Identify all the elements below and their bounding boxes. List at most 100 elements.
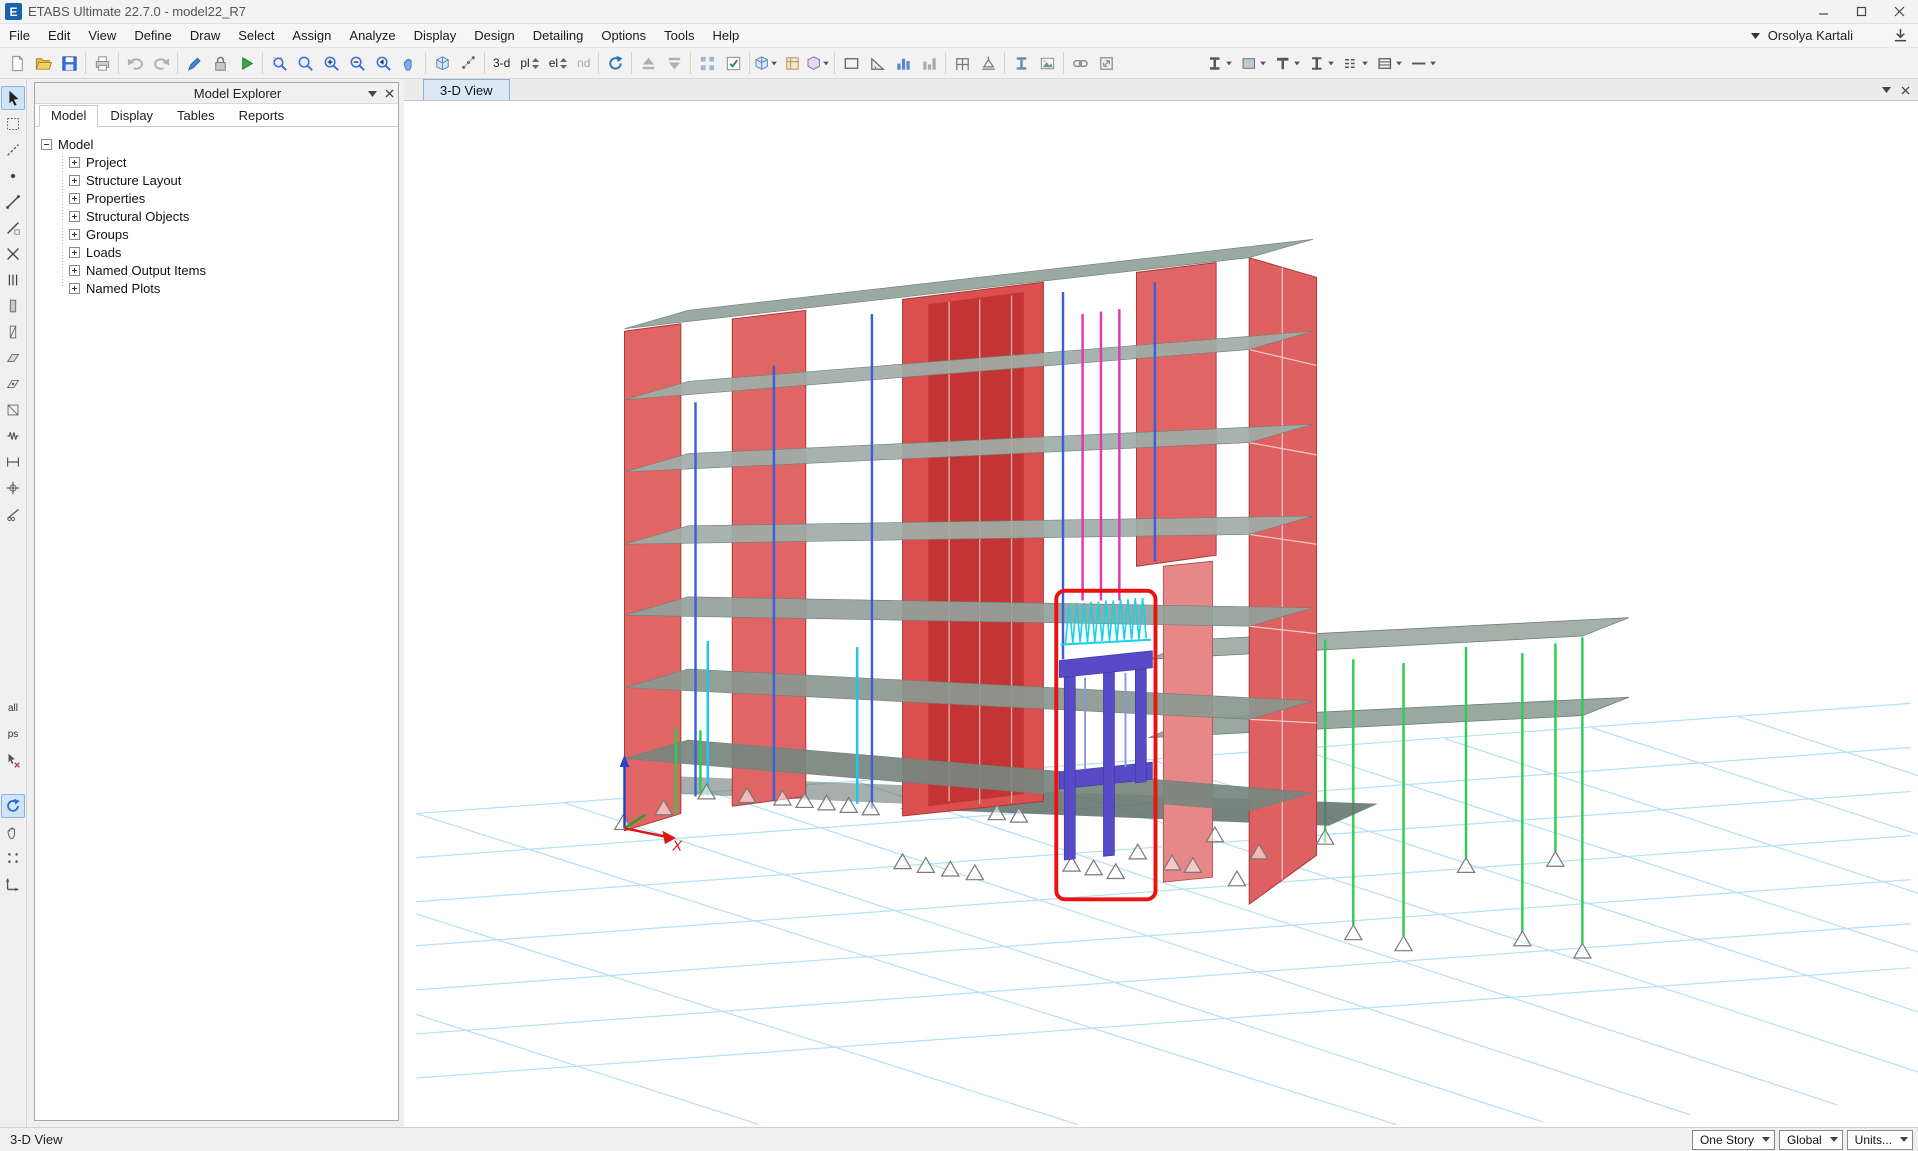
measure-angle-icon[interactable] — [864, 50, 890, 76]
zoom-in-icon[interactable] — [318, 50, 344, 76]
menu-item-tools[interactable]: Tools — [655, 24, 703, 48]
perspective-view-icon[interactable] — [429, 50, 455, 76]
select-line-icon[interactable] — [1, 138, 25, 162]
tree-node-properties[interactable]: Properties — [49, 189, 392, 207]
tree-expand-icon[interactable] — [69, 157, 80, 168]
rotate-3d-icon[interactable] — [1, 794, 25, 818]
menu-item-define[interactable]: Define — [125, 24, 181, 48]
move-up-list-icon[interactable] — [635, 50, 661, 76]
draw-null-area-icon[interactable] — [1, 398, 25, 422]
pan-icon[interactable] — [396, 50, 422, 76]
display-check-icon[interactable] — [720, 50, 746, 76]
rotate-view-icon[interactable] — [602, 50, 628, 76]
undo-icon[interactable] — [122, 50, 148, 76]
save-model-icon[interactable] — [56, 50, 82, 76]
explorer-close-icon[interactable] — [385, 89, 394, 98]
image-capture-icon[interactable] — [1034, 50, 1060, 76]
extrude-frame-icon[interactable] — [1203, 50, 1237, 76]
zoom-previous-icon[interactable] — [370, 50, 396, 76]
clear-selection-icon[interactable] — [1, 748, 25, 772]
lock-model-icon[interactable] — [207, 50, 233, 76]
frame-dashes-icon[interactable] — [1339, 50, 1373, 76]
shear-diagram-icon[interactable] — [916, 50, 942, 76]
menu-item-analyze[interactable]: Analyze — [340, 24, 404, 48]
model-canvas[interactable]: X — [404, 101, 1918, 1127]
menu-item-edit[interactable]: Edit — [39, 24, 79, 48]
draw-floor-icon[interactable] — [1, 346, 25, 370]
wing-structure[interactable] — [1149, 618, 1629, 944]
menu-item-help[interactable]: Help — [704, 24, 749, 48]
extrude-shell-icon[interactable] — [1237, 50, 1271, 76]
menu-item-detailing[interactable]: Detailing — [524, 24, 593, 48]
tree-node-loads[interactable]: Loads — [49, 243, 392, 261]
view-3d-button[interactable]: 3-d — [488, 51, 515, 75]
view-caret-icon[interactable] — [1882, 87, 1891, 93]
draw-joint-icon[interactable] — [1, 164, 25, 188]
menu-item-select[interactable]: Select — [229, 24, 283, 48]
section-cut-icon[interactable] — [1, 502, 25, 526]
menu-item-display[interactable]: Display — [405, 24, 466, 48]
quick-draw-wall-icon[interactable] — [1, 320, 25, 344]
line-style-icon[interactable] — [1407, 50, 1441, 76]
explorer-tab-tables[interactable]: Tables — [165, 105, 227, 126]
pan-tool-icon[interactable] — [1, 820, 25, 844]
draw-link-icon[interactable] — [1, 424, 25, 448]
zoom-out-icon[interactable] — [344, 50, 370, 76]
tree-expand-icon[interactable] — [69, 265, 80, 276]
units-selector[interactable]: Units... — [1847, 1130, 1913, 1150]
shell-panel-icon[interactable] — [1373, 50, 1407, 76]
tree-collapse-icon[interactable] — [41, 139, 52, 150]
minimize-button[interactable] — [1804, 0, 1842, 24]
tree-node-project[interactable]: Project — [49, 153, 392, 171]
previous-selection-icon[interactable]: ps — [1, 722, 25, 746]
new-model-icon[interactable] — [4, 50, 30, 76]
support-display-icon[interactable] — [975, 50, 1001, 76]
explorer-tab-model[interactable]: Model — [39, 105, 98, 127]
explorer-tab-reports[interactable]: Reports — [227, 105, 297, 126]
view-elevation-button[interactable]: el — [544, 51, 572, 75]
tree-expand-icon[interactable] — [69, 229, 80, 240]
download-icon[interactable] — [1893, 28, 1908, 43]
draw-reference-point-icon[interactable] — [1, 476, 25, 500]
run-analysis-icon[interactable] — [233, 50, 259, 76]
rubber-band-zoom-icon[interactable] — [266, 50, 292, 76]
object-snap-icon[interactable] — [455, 50, 481, 76]
i-section-icon[interactable] — [1305, 50, 1339, 76]
tree-node-named-plots[interactable]: Named Plots — [49, 279, 392, 297]
menu-item-draw[interactable]: Draw — [181, 24, 229, 48]
tower-structure[interactable] — [624, 239, 1316, 904]
draw-pencil-icon[interactable] — [181, 50, 207, 76]
quick-draw-braces-icon[interactable] — [1, 242, 25, 266]
t-section-icon[interactable] — [1271, 50, 1305, 76]
draw-wall-icon[interactable] — [1, 294, 25, 318]
link-views-icon[interactable] — [1067, 50, 1093, 76]
quick-draw-floor-icon[interactable] — [1, 372, 25, 396]
tree-expand-icon[interactable] — [69, 211, 80, 222]
tree-node-model[interactable]: Model — [41, 135, 392, 153]
tree-node-structure-layout[interactable]: Structure Layout — [49, 171, 392, 189]
view-tab-3d[interactable]: 3-D View — [423, 79, 510, 100]
select-poly-icon[interactable] — [1, 112, 25, 136]
open-model-icon[interactable] — [30, 50, 56, 76]
shrink-objects-icon[interactable] — [694, 50, 720, 76]
explorer-tab-display[interactable]: Display — [98, 105, 165, 126]
view-named-button[interactable]: nd — [572, 51, 595, 75]
expand-view-icon[interactable] — [1093, 50, 1119, 76]
view-plan-button[interactable]: pl — [515, 51, 543, 75]
model-explorer-header[interactable]: Model Explorer — [35, 83, 398, 104]
tree-expand-icon[interactable] — [69, 283, 80, 294]
tree-expand-icon[interactable] — [69, 247, 80, 258]
account-name[interactable]: Orsolya Kartali — [1768, 28, 1853, 43]
menu-item-design[interactable]: Design — [465, 24, 523, 48]
maximize-button[interactable] — [1842, 0, 1880, 24]
draw-frame-icon[interactable] — [1, 190, 25, 214]
tree-node-groups[interactable]: Groups — [49, 225, 392, 243]
select-pointer-icon[interactable] — [1, 86, 25, 110]
tree-expand-icon[interactable] — [69, 193, 80, 204]
print-icon[interactable] — [89, 50, 115, 76]
moment-diagram-icon[interactable] — [890, 50, 916, 76]
frame-elevation-icon[interactable] — [949, 50, 975, 76]
section-designer-icon[interactable] — [1008, 50, 1034, 76]
quick-draw-secondary-beams-icon[interactable] — [1, 268, 25, 292]
coordinate-system-selector[interactable]: Global — [1779, 1130, 1843, 1150]
